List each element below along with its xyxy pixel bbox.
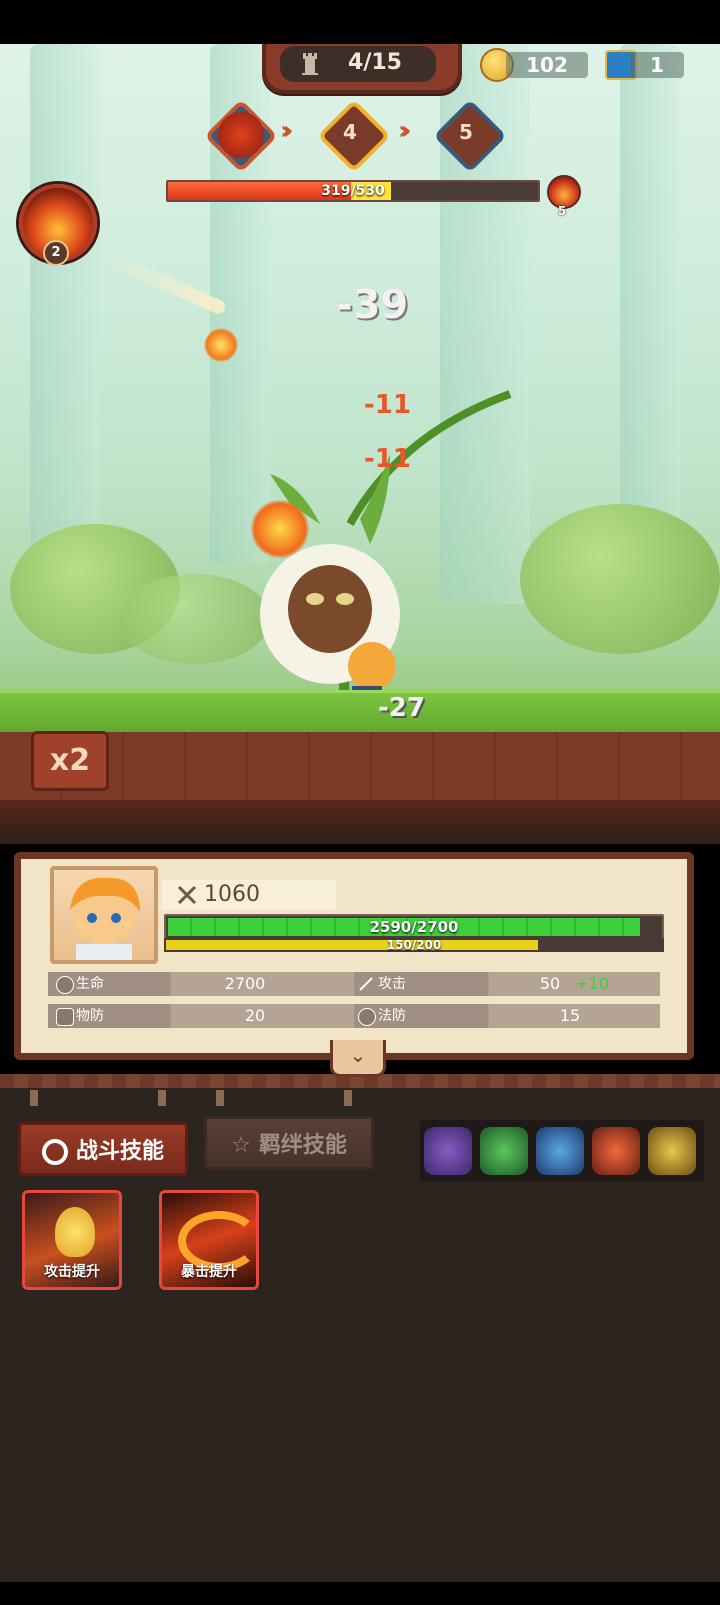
background-tree	[30, 44, 100, 604]
skill-card-label: 攻击提升	[44, 1264, 100, 1280]
tab-bond-skills[interactable]: ☆ 羁绊技能	[204, 1116, 374, 1170]
clover-element-icon[interactable]	[480, 1127, 528, 1175]
skill-card-crit-up[interactable]: 暴击提升	[159, 1190, 259, 1290]
burn-stack-count: 5	[557, 204, 567, 218]
stage-current-number: 4	[343, 120, 357, 144]
background-tree	[620, 44, 680, 564]
damage-number: -11	[364, 444, 411, 474]
coin-count: 102	[506, 52, 588, 78]
rope	[30, 1090, 38, 1106]
element-selector	[420, 1120, 704, 1182]
wave-counter: 4/15	[348, 50, 402, 75]
combat-power: 1060	[204, 882, 260, 907]
skill-card-label: 暴击提升	[181, 1264, 237, 1280]
ground-edge	[0, 800, 720, 844]
stage-next-number: 5	[459, 120, 473, 144]
attack-up-icon	[55, 1207, 95, 1257]
fire-burst	[250, 499, 310, 559]
hp-stat-value: 2700	[224, 974, 266, 993]
ice-element-icon[interactable]	[536, 1127, 584, 1175]
chevron-right-icon: ››	[280, 116, 294, 146]
wave-indicator: 4/15	[262, 44, 462, 94]
hero-exp-text: 150/200	[386, 938, 442, 952]
ground-grass	[0, 690, 720, 737]
swirl-icon	[41, 1139, 68, 1165]
tab-battle-skills[interactable]: 战斗技能	[18, 1122, 188, 1176]
rope	[158, 1090, 166, 1106]
chevron-right-icon: ››	[398, 116, 412, 146]
fire-skill-level: 2	[43, 240, 69, 266]
hero-hp-text: 2590/2700	[369, 918, 459, 936]
dark-element-icon[interactable]	[424, 1127, 472, 1175]
speed-toggle-button[interactable]: x2	[31, 731, 109, 791]
atk-stat-bonus: +10	[575, 974, 609, 993]
hero-portrait[interactable]	[50, 866, 158, 964]
mdef-stat-label: 法防	[378, 1008, 406, 1024]
fire-element-icon[interactable]	[592, 1127, 640, 1175]
bush	[520, 504, 720, 654]
star-icon: ☆	[231, 1133, 251, 1158]
atk-stat-value: 50	[539, 974, 561, 993]
hero-avatar	[70, 877, 140, 960]
sword-stat-icon	[359, 977, 373, 991]
status-bar	[0, 0, 720, 44]
hero-exp-bar: 150/200	[164, 938, 664, 952]
boss-hp-text: 319/530	[321, 183, 385, 199]
shield-stat-icon	[56, 1008, 74, 1026]
tab-battle-label: 战斗技能	[75, 1139, 164, 1164]
chest-count: 1	[630, 52, 684, 78]
crossed-swords-icon	[177, 885, 197, 905]
damage-number: -39	[336, 282, 409, 328]
skill-card-attack-up[interactable]: 攻击提升	[22, 1190, 122, 1290]
fireball-trail	[102, 250, 228, 316]
boss-skull-icon	[218, 112, 264, 158]
hp-stat-label: 生命	[76, 976, 104, 992]
hero-damage-number: -27	[378, 693, 425, 723]
hero-hp-bar: 2590/2700	[164, 914, 664, 940]
magic-shield-icon	[358, 1008, 376, 1026]
pdef-stat-label: 物防	[76, 1008, 104, 1024]
damage-number: -11	[364, 390, 411, 420]
rope	[216, 1090, 224, 1106]
sun-element-icon[interactable]	[648, 1127, 696, 1175]
atk-stat-label: 攻击	[378, 976, 406, 992]
chevron-down-icon[interactable]: ⌄	[330, 1040, 386, 1077]
fireball	[204, 328, 238, 362]
pdef-stat-value: 20	[244, 1006, 266, 1025]
hp-stat-icon	[56, 976, 74, 994]
tab-bond-label: 羁绊技能	[258, 1133, 347, 1158]
navigation-bar	[0, 1582, 720, 1605]
boss-hp-bar: 319/530	[166, 180, 540, 202]
tower-icon	[302, 53, 318, 75]
rope	[344, 1090, 352, 1106]
mdef-stat-value: 15	[559, 1006, 581, 1025]
